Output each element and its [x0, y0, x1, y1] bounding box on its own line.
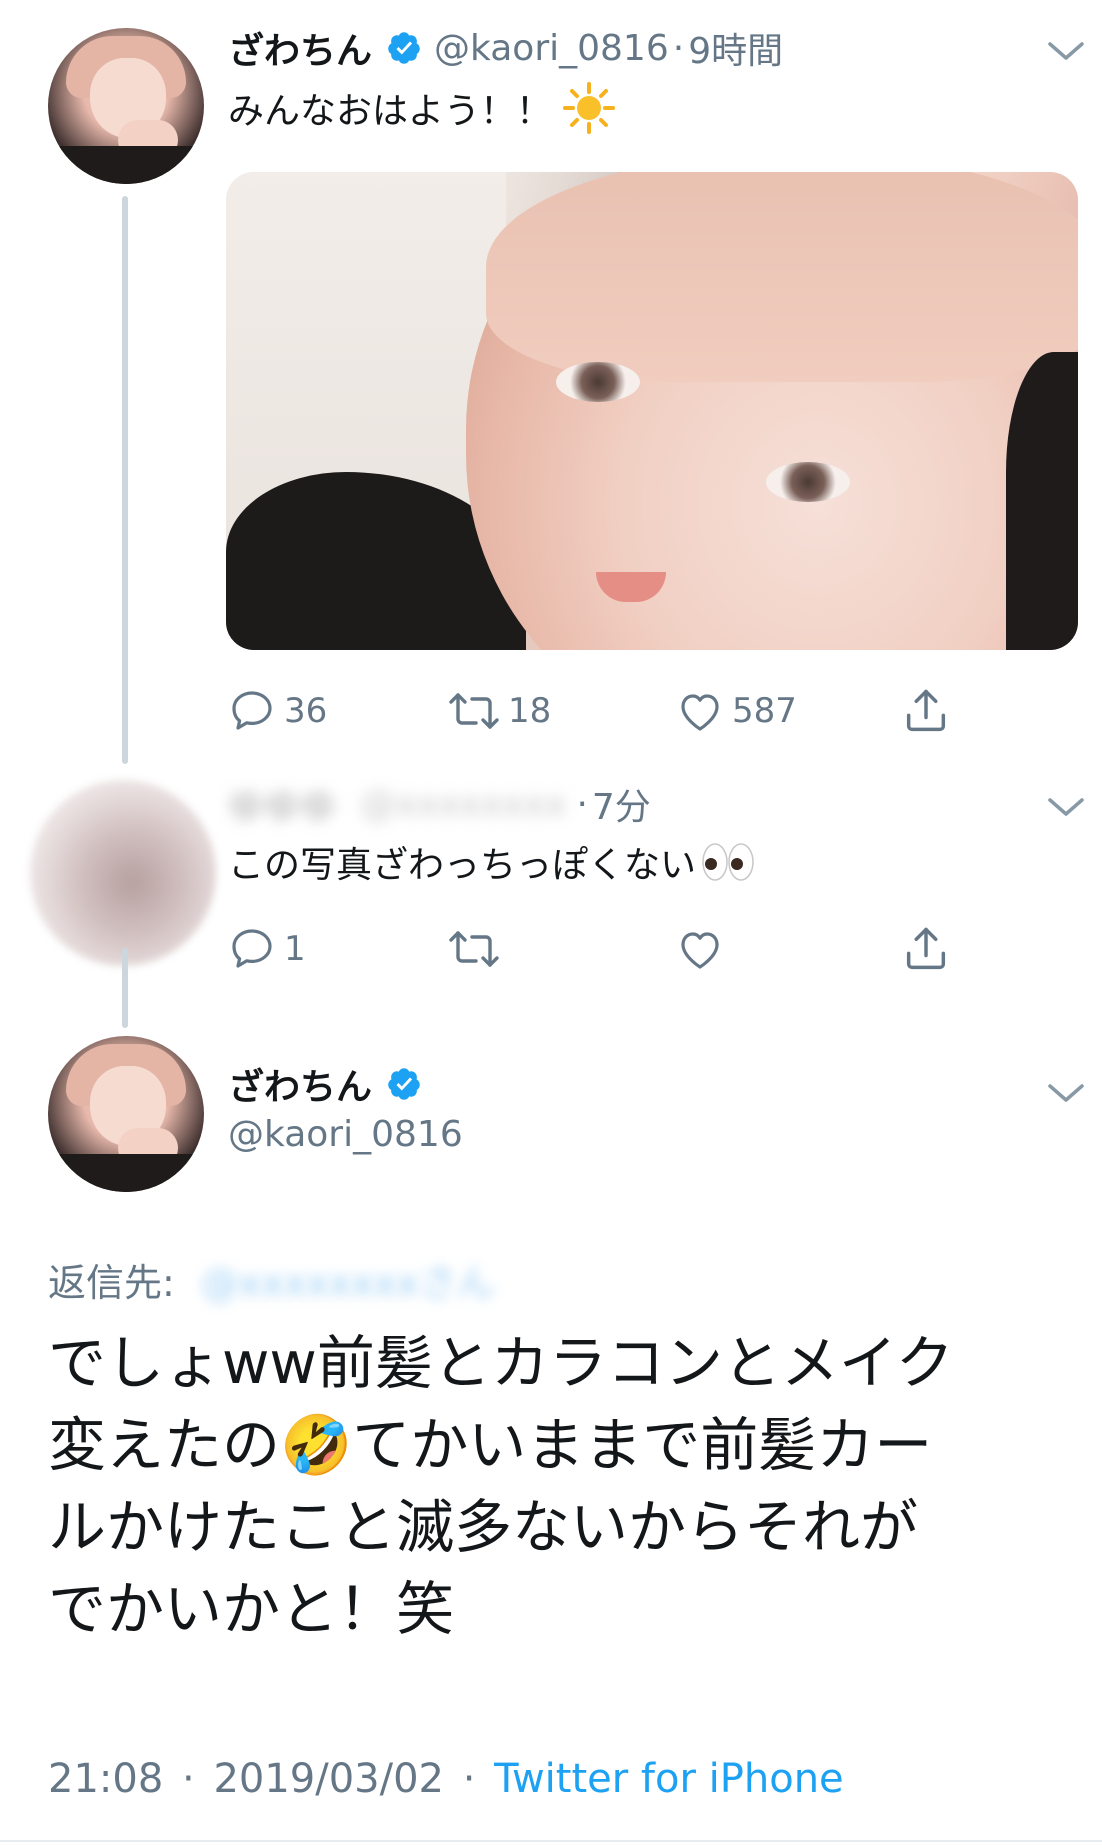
- reply-icon: [232, 691, 272, 730]
- avatar[interactable]: [48, 1036, 204, 1192]
- separator: ·: [576, 783, 588, 825]
- sun-emoji-icon: [563, 82, 616, 134]
- thread-line: [122, 196, 128, 764]
- display-name[interactable]: ゆゆゆ: [228, 778, 336, 830]
- separator: ·: [182, 1756, 195, 1802]
- verified-badge-icon: [386, 1066, 422, 1102]
- share-action[interactable]: [900, 924, 960, 974]
- reply-count: 36: [284, 691, 328, 731]
- chevron-down-icon[interactable]: [1046, 38, 1086, 64]
- retweet-icon: [449, 931, 499, 967]
- tweet-text-row: みんなおはよう！！: [228, 82, 616, 134]
- tweet-time[interactable]: 21:08: [48, 1756, 163, 1802]
- reply-to-target[interactable]: @xxxxxxxxさん: [201, 1261, 495, 1305]
- separator: ·: [462, 1756, 476, 1802]
- heart-icon: [681, 694, 719, 731]
- like-action[interactable]: [676, 924, 732, 974]
- tweet-text: この写真ざわっちっぽくない: [228, 845, 697, 886]
- text-line: でかいかと！笑: [48, 1575, 455, 1643]
- retweet-icon: [449, 693, 499, 729]
- tweet-header: ざわちん @kaori_0816 · 9時間: [228, 22, 783, 74]
- avatar[interactable]: [48, 28, 204, 184]
- text-line: 変えたの🤣てかいままで前髪カー: [48, 1411, 933, 1479]
- share-icon: [906, 927, 946, 970]
- tweet-text-row: この写真ざわっちっぽくない: [228, 836, 756, 888]
- source-link[interactable]: Twitter for iPhone: [494, 1756, 844, 1802]
- text-line: ルかけたこと滅多ないからそれが: [48, 1493, 919, 1561]
- like-count: 587: [732, 691, 797, 731]
- text-line: でしょww前髪とカラコンとメイク: [48, 1329, 954, 1397]
- like-action[interactable]: 587: [676, 686, 797, 736]
- separator: ·: [672, 27, 685, 69]
- retweet-action[interactable]: [448, 924, 508, 974]
- handle[interactable]: @kaori_0816: [434, 28, 669, 69]
- main-tweet-text: でしょww前髪とカラコンとメイク 変えたの🤣てかいままで前髪カー ルかけたこと滅…: [48, 1322, 1068, 1650]
- tweet-meta: 21:08 · 2019/03/02 · Twitter for iPhone: [48, 1756, 844, 1802]
- divider: [0, 1840, 1102, 1842]
- heart-icon: [681, 932, 719, 969]
- reply-count: 1: [284, 929, 306, 969]
- eyes-emoji-icon: [702, 843, 754, 881]
- reply-to: 返信先: @xxxxxxxxさん: [48, 1252, 495, 1307]
- chevron-down-icon[interactable]: [1046, 1080, 1086, 1106]
- retweet-count: 18: [508, 691, 552, 731]
- share-icon: [906, 689, 946, 732]
- tweet-date[interactable]: 2019/03/02: [213, 1756, 444, 1802]
- display-name[interactable]: ざわちん: [228, 22, 372, 74]
- share-action[interactable]: [900, 686, 960, 736]
- avatar[interactable]: [30, 780, 216, 966]
- display-name[interactable]: ざわちん: [228, 1058, 372, 1110]
- reply-action[interactable]: 36: [228, 686, 327, 736]
- timestamp[interactable]: 9時間: [688, 22, 783, 74]
- retweet-action[interactable]: 18: [448, 686, 551, 736]
- timestamp[interactable]: 7分: [592, 778, 651, 830]
- tweet-text: みんなおはよう！！: [228, 91, 553, 132]
- handle[interactable]: @xxxxxxxx: [360, 784, 566, 825]
- thread-line: [122, 948, 128, 1028]
- verified-badge-icon: [386, 30, 422, 66]
- tweet-header: ゆゆゆ @xxxxxxxx · 7分: [228, 778, 651, 830]
- handle[interactable]: @kaori_0816: [228, 1114, 463, 1155]
- author-name-row: ざわちん: [228, 1058, 422, 1110]
- reply-to-label: 返信先:: [48, 1261, 175, 1305]
- tweet-image[interactable]: [226, 172, 1078, 650]
- reply-icon: [232, 929, 272, 968]
- chevron-down-icon[interactable]: [1046, 794, 1086, 820]
- reply-action[interactable]: 1: [228, 924, 306, 974]
